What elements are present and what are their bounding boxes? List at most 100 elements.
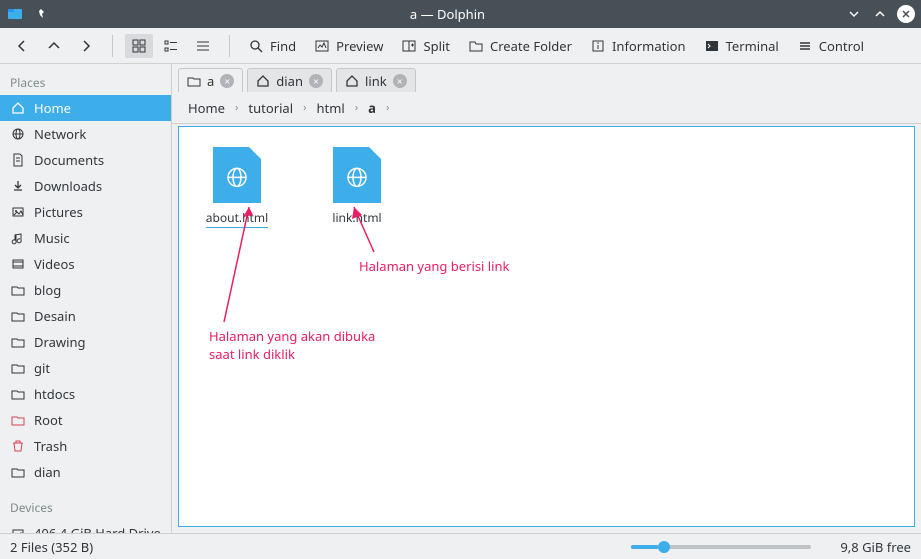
find-button[interactable]: Find <box>242 33 302 59</box>
breadcrumb-separator: › <box>303 100 306 115</box>
sidebar-item-label: Downloads <box>34 177 102 195</box>
sidebar-item-pictures[interactable]: Pictures <box>0 199 171 225</box>
terminal-button[interactable]: Terminal <box>698 33 785 59</box>
sidebar-item-label: Home <box>34 99 71 117</box>
tab-a[interactable]: a× <box>178 68 243 92</box>
tab-label: dian <box>276 72 303 90</box>
breadcrumb-separator: › <box>235 100 238 115</box>
sidebar-item-drawing[interactable]: Drawing <box>0 329 171 355</box>
close-button[interactable] <box>897 5 915 23</box>
pin-icon[interactable] <box>32 5 50 23</box>
sidebar-device[interactable]: 406,4 GiB Hard Drive <box>0 520 171 533</box>
split-icon <box>401 38 417 54</box>
sidebar-item-downloads[interactable]: Downloads <box>0 173 171 199</box>
sidebar-item-dian[interactable]: dian <box>0 459 171 485</box>
list-icon <box>195 38 211 54</box>
tab-close-button[interactable]: × <box>309 74 323 88</box>
network-icon <box>10 126 26 142</box>
information-button[interactable]: Information <box>584 33 692 59</box>
sidebar-item-label: Network <box>34 125 86 143</box>
tab-label: a <box>207 72 214 90</box>
split-button[interactable]: Split <box>395 33 456 59</box>
control-button[interactable]: Control <box>791 33 870 59</box>
music-icon <box>10 230 26 246</box>
breadcrumb-separator: › <box>386 100 389 115</box>
sidebar-item-label: 406,4 GiB Hard Drive <box>34 524 161 533</box>
maximize-button[interactable] <box>871 5 889 23</box>
up-button[interactable] <box>40 34 68 58</box>
chevron-left-icon <box>14 38 30 54</box>
tab-close-button[interactable]: × <box>220 74 234 88</box>
annotation-left: Halaman yang akan dibukasaat link diklik <box>209 327 375 363</box>
sidebar-item-videos[interactable]: Videos <box>0 251 171 277</box>
compact-icon <box>163 38 179 54</box>
sidebar-item-htdocs[interactable]: htdocs <box>0 381 171 407</box>
zoom-slider[interactable] <box>631 545 811 549</box>
sidebar-item-label: Documents <box>34 151 104 169</box>
chevron-right-icon <box>78 38 94 54</box>
information-label: Information <box>612 37 686 55</box>
sidebar-item-network[interactable]: Network <box>0 121 171 147</box>
file-label: link.html <box>332 209 381 226</box>
nav-group <box>8 34 100 58</box>
sidebar-item-label: git <box>34 359 50 377</box>
places-header: Places <box>0 68 171 95</box>
sidebar-item-blog[interactable]: blog <box>0 277 171 303</box>
file-view[interactable]: about.html link.html Halaman yang akan di… <box>178 126 915 527</box>
preview-icon <box>314 38 330 54</box>
details-view-button[interactable] <box>189 34 217 58</box>
sidebar-item-label: htdocs <box>34 385 75 403</box>
preview-button[interactable]: Preview <box>308 33 389 59</box>
status-summary: 2 Files (352 B) <box>10 538 93 556</box>
minimize-button[interactable] <box>845 5 863 23</box>
folder-icon <box>10 360 26 376</box>
folder-icon <box>10 386 26 402</box>
sidebar-item-root[interactable]: Root <box>0 407 171 433</box>
sidebar-item-git[interactable]: git <box>0 355 171 381</box>
folder-red-icon <box>10 412 26 428</box>
app-icon <box>6 5 24 23</box>
folder-plus-icon <box>468 38 484 54</box>
devices-header: Devices <box>0 493 171 520</box>
tab-bar: a×dian×link× <box>172 64 921 92</box>
sidebar-item-label: dian <box>34 463 61 481</box>
status-free-space: 9,8 GiB free <box>821 538 911 556</box>
sidebar-item-music[interactable]: Music <box>0 225 171 251</box>
breadcrumb-home[interactable]: Home <box>182 97 231 119</box>
chevron-up-icon <box>46 38 62 54</box>
content-area: a×dian×link× Home›tutorial›html›a› about… <box>172 64 921 533</box>
download-icon <box>10 178 26 194</box>
file-link.html[interactable]: link.html <box>317 147 397 226</box>
terminal-icon <box>704 38 720 54</box>
breadcrumb-tutorial[interactable]: tutorial <box>242 97 299 119</box>
split-label: Split <box>423 37 450 55</box>
tab-link[interactable]: link× <box>336 68 416 92</box>
breadcrumb-html[interactable]: html <box>311 97 351 119</box>
terminal-label: Terminal <box>726 37 779 55</box>
tab-close-button[interactable]: × <box>393 74 407 88</box>
folder-icon <box>10 308 26 324</box>
compact-view-button[interactable] <box>157 34 185 58</box>
tab-dian[interactable]: dian × <box>247 68 332 92</box>
find-label: Find <box>270 37 296 55</box>
file-about.html[interactable]: about.html <box>197 147 277 228</box>
icons-view-button[interactable] <box>125 34 153 58</box>
sidebar-item-label: blog <box>34 281 61 299</box>
sidebar-item-label: Drawing <box>34 333 86 351</box>
sidebar-item-desain[interactable]: Desain <box>0 303 171 329</box>
sidebar-item-home[interactable]: Home <box>0 95 171 121</box>
back-button[interactable] <box>8 34 36 58</box>
window-title: a — Dolphin <box>58 5 837 23</box>
titlebar: a — Dolphin <box>0 0 921 28</box>
control-label: Control <box>819 37 864 55</box>
create-folder-label: Create Folder <box>490 37 572 55</box>
folder-icon <box>345 74 359 88</box>
sidebar-item-trash[interactable]: Trash <box>0 433 171 459</box>
folder-icon <box>256 74 270 88</box>
create-folder-button[interactable]: Create Folder <box>462 33 578 59</box>
sidebar-item-documents[interactable]: Documents <box>0 147 171 173</box>
video-icon <box>10 256 26 272</box>
breadcrumb-a[interactable]: a <box>362 97 382 119</box>
forward-button[interactable] <box>72 34 100 58</box>
toolbar: Find Preview Split Create Folder Informa… <box>0 28 921 64</box>
